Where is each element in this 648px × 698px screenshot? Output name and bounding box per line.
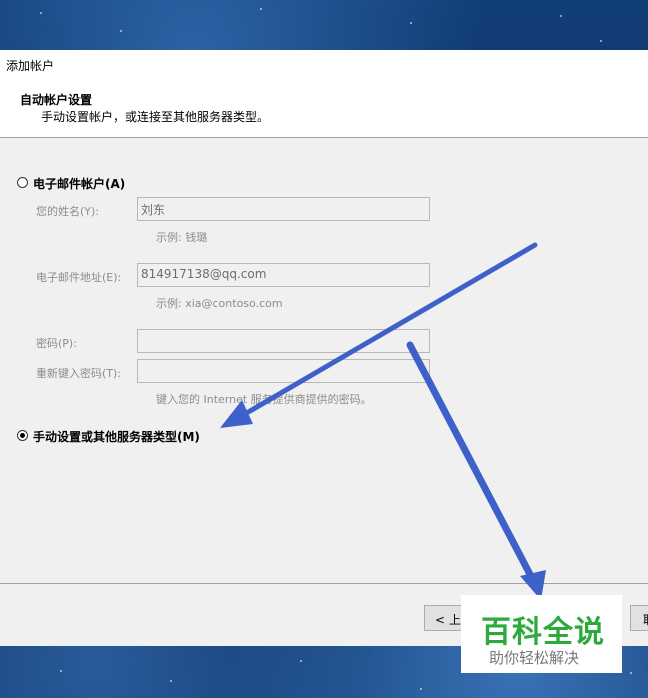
arrow-to-manual-option bbox=[220, 242, 538, 428]
arrow-to-next-button bbox=[406, 341, 546, 600]
watermark-logo: 百科全说 助你轻松解决 bbox=[461, 595, 622, 673]
watermark-tagline: 助你轻松解决 bbox=[489, 649, 580, 667]
watermark-brand: 百科全说 bbox=[481, 615, 605, 650]
annotation-arrows bbox=[220, 242, 546, 600]
